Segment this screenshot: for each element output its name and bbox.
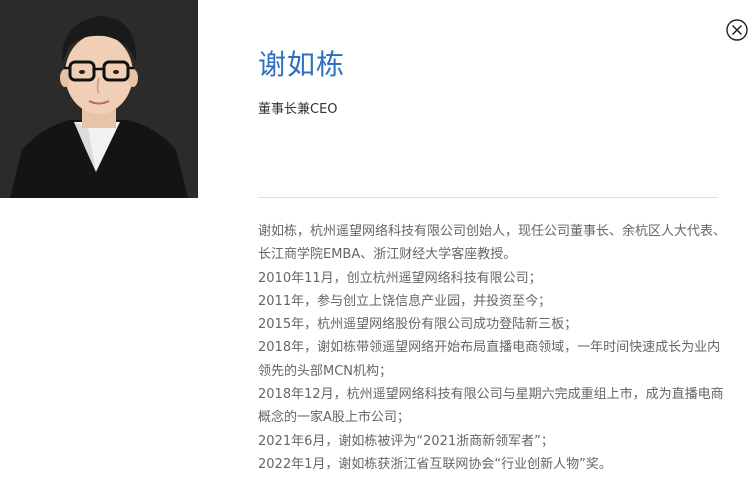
profile-name: 谢如栋	[258, 48, 346, 81]
profile-modal: 谢如栋 董事长兼CEO 谢如栋，杭州遥望网络科技有限公司创始人，现任公司董事长、…	[0, 0, 754, 484]
portrait-photo	[0, 0, 198, 198]
bio-paragraph: 2018年12月，杭州遥望网络科技有限公司与星期六完成重组上市，成为直播电商概念…	[258, 387, 724, 426]
bio-paragraph: 2015年，杭州遥望网络股份有限公司成功登陆新三板；	[258, 317, 578, 333]
bio-paragraph: 2022年1月，谢如栋获浙江省互联网协会“行业创新人物”奖。	[258, 456, 612, 472]
bio-paragraph: 2010年11月，创立杭州遥望网络科技有限公司；	[258, 270, 542, 286]
bio-paragraph: 谢如栋，杭州遥望网络科技有限公司创始人，现任公司董事长、余杭区人大代表、长江商学…	[258, 224, 727, 263]
divider	[258, 197, 718, 198]
bio-paragraph: 2018年，谢如栋带领遥望网络开始布局直播电商领域，一年时间快速成长为业内领先的…	[258, 340, 721, 379]
bio-section: 谢如栋，杭州遥望网络科技有限公司创始人，现任公司董事长、余杭区人大代表、长江商学…	[258, 220, 728, 476]
bio-paragraph: 2021年6月，谢如栋被评为“2021浙商新领军者”；	[258, 433, 554, 449]
close-circle-icon	[726, 19, 748, 41]
close-button[interactable]	[726, 19, 748, 41]
profile-title: 董事长兼CEO	[258, 102, 338, 117]
bio-paragraph: 2011年，参与创立上饶信息产业园，并投资至今；	[258, 293, 552, 309]
